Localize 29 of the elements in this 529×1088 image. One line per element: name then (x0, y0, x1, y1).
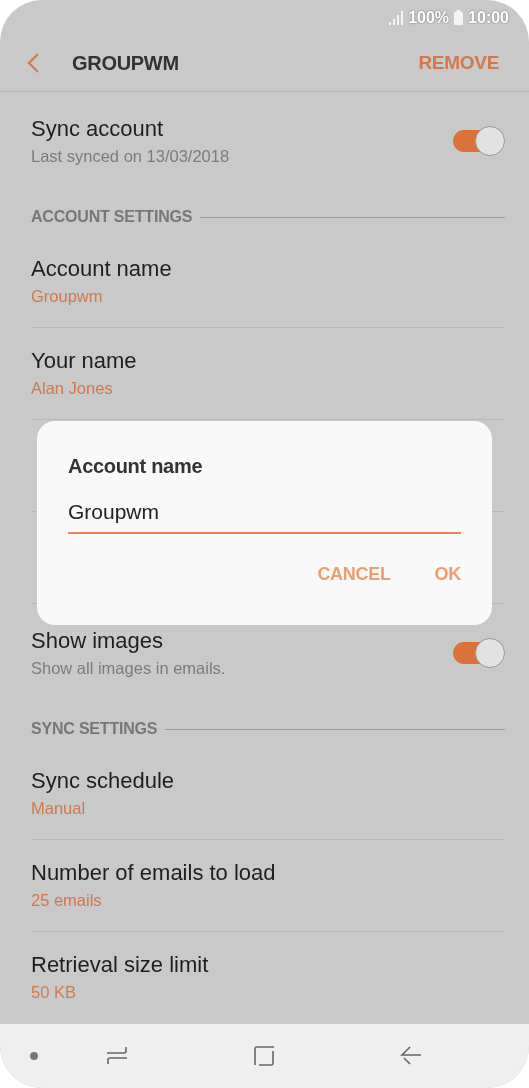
setting-subtitle: Groupwm (31, 287, 104, 306)
setting-subtitle: Alan Jones (31, 379, 114, 398)
toggle-switch[interactable] (453, 126, 505, 156)
setting-subtitle: 50 KB (31, 983, 77, 1002)
remove-button[interactable]: REMOVE (418, 52, 499, 74)
battery-icon (454, 10, 464, 25)
account-name-field[interactable]: Groupwm (68, 500, 461, 534)
setting-title: Show images (31, 628, 165, 654)
signal-icon (389, 10, 404, 25)
setting-subtitle: 25 emails (31, 891, 103, 910)
setting-title: Your name (31, 348, 138, 374)
section-header: SYNC SETTINGS (31, 720, 158, 738)
dialog-title: Account name (68, 455, 204, 478)
back-icon[interactable] (26, 52, 42, 74)
setting-title: Account name (31, 256, 173, 282)
setting-subtitle: Manual (31, 799, 87, 818)
cancel-button[interactable]: CANCEL (317, 564, 391, 585)
setting-title: Retrieval size limit (31, 952, 210, 978)
setting-title: Number of emails to load (31, 860, 277, 886)
home-icon[interactable] (253, 1044, 275, 1068)
page-title: GROUPWM (72, 51, 180, 75)
setting-title: Sync account (31, 116, 165, 142)
setting-subtitle: Show all images in emails. (31, 659, 227, 678)
dot-icon[interactable] (30, 1052, 38, 1060)
ok-button[interactable]: OK (434, 564, 461, 585)
toggle-switch[interactable] (453, 638, 505, 668)
setting-title: Sync schedule (31, 768, 176, 794)
setting-subtitle: Last synced on 13/03/2018 (31, 147, 231, 166)
section-header: ACCOUNT SETTINGS (31, 208, 193, 226)
